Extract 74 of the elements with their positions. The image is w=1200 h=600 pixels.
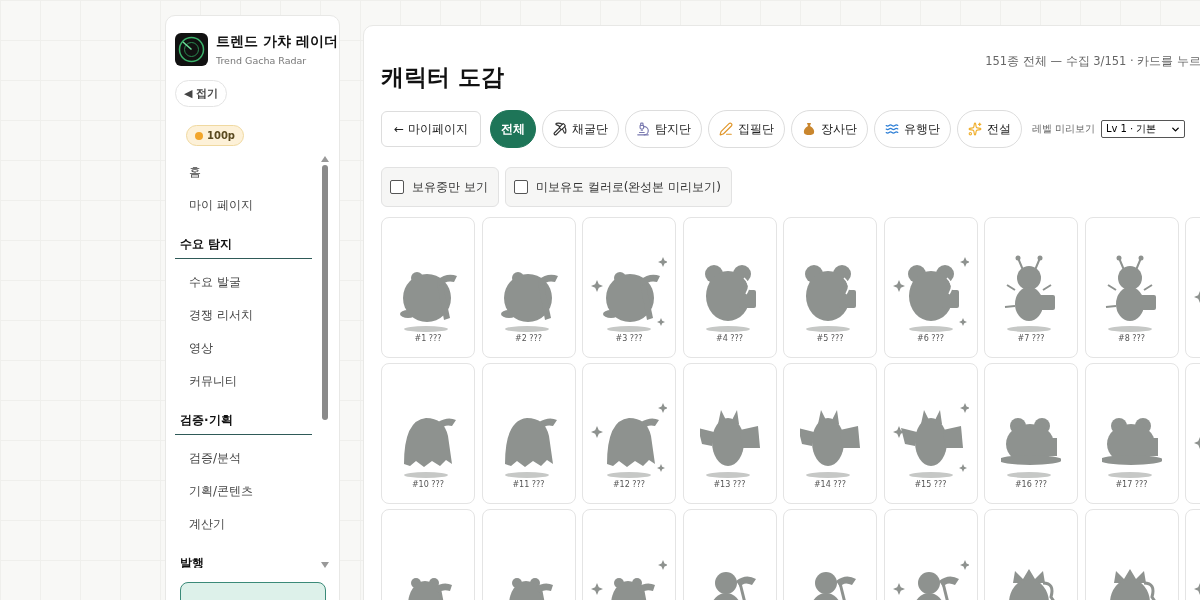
card-number: #6 ??? <box>916 334 945 343</box>
card-number: #13 ??? <box>713 480 746 489</box>
card-number: #8 ??? <box>1117 334 1146 343</box>
filter-tab[interactable]: 탐지단 <box>624 110 702 148</box>
card-number: #17 ??? <box>1115 480 1148 489</box>
collection-summary: 151종 전체 — 수집 3/151 · 카드를 누르 <box>985 54 1200 69</box>
nav-section-heading: 수요 탐지 <box>175 236 312 259</box>
wave-icon <box>884 122 899 136</box>
scroll-up-icon[interactable] <box>321 156 329 162</box>
card-number: #3 ??? <box>615 334 643 343</box>
character-card[interactable]: #17 ??? <box>1084 363 1179 504</box>
filter-checkbox[interactable]: 보유중만 보기 <box>381 167 499 207</box>
nav-item[interactable]: 경쟁 리서치 <box>175 299 312 332</box>
character-card[interactable]: #5 ??? <box>783 217 877 358</box>
character-card[interactable]: #7 ??? <box>984 217 1078 358</box>
nav-section-heading: 검증·기획 <box>175 412 312 435</box>
card-number: #2 ??? <box>514 334 543 343</box>
card-number: #11 ??? <box>512 480 545 489</box>
filter-checkbox[interactable]: 미보유도 컬러로(완성본 미리보기) <box>504 167 732 207</box>
page-title: 캐릭터 도감 <box>381 63 504 92</box>
nav-item[interactable]: 홈 <box>175 156 312 189</box>
pen-icon <box>718 122 733 136</box>
back-button[interactable]: ← 마이페이지 <box>381 111 481 147</box>
card-number: #14 ??? <box>813 480 847 489</box>
card-number: #10 ??? <box>411 480 445 489</box>
sparkles-icon <box>967 122 982 136</box>
scrollbar[interactable] <box>320 156 330 568</box>
character-card[interactable]: #13 ??? <box>682 363 777 504</box>
character-card[interactable]: #8 ??? <box>1084 217 1179 358</box>
character-card[interactable]: #12 ??? <box>582 363 676 504</box>
filter-tab[interactable]: 장사단 <box>790 110 868 148</box>
filter-tab[interactable]: 집필단 <box>707 110 785 148</box>
card-number: #1 ??? <box>414 334 442 343</box>
level-label: 레벨 미리보기 <box>1031 122 1095 136</box>
nav-item[interactable]: 마이 페이지 <box>175 189 312 222</box>
filter-tab[interactable]: 채굴단 <box>541 110 619 148</box>
card-number: #4 ??? <box>715 334 744 343</box>
points-badge: 100p <box>186 125 245 146</box>
nav-item[interactable]: 영상 <box>175 332 312 365</box>
money-bag-icon <box>801 122 816 136</box>
collapse-button[interactable]: ◀ 접기 <box>175 80 228 107</box>
card-number: #12 ??? <box>612 480 646 489</box>
card-number: #7 ??? <box>1017 334 1045 343</box>
character-card[interactable]: #15 ??? <box>883 363 978 504</box>
nav-item[interactable]: 계산기 <box>175 508 312 541</box>
character-card[interactable]: #11 ??? <box>481 363 576 504</box>
filter-tab[interactable]: 유행단 <box>873 110 951 148</box>
scroll-down-icon[interactable] <box>321 562 329 568</box>
character-card[interactable]: #6 ??? <box>883 217 978 358</box>
character-card[interactable]: #10 ??? <box>381 363 475 504</box>
radar-logo-icon <box>175 33 208 66</box>
card-number: #16 ??? <box>1014 480 1048 489</box>
app-title: 트렌드 가챠 레이더 <box>216 33 338 51</box>
card-number: #15 ??? <box>914 480 947 489</box>
nav-item[interactable]: 수요 발굴 <box>175 266 312 299</box>
coin-icon <box>195 131 203 140</box>
filter-tab[interactable]: 전설 <box>956 110 1022 148</box>
character-card[interactable]: #1 ??? <box>381 217 475 358</box>
character-card[interactable]: #2 ??? <box>481 217 576 358</box>
microscope-icon <box>635 122 650 136</box>
nav-item[interactable]: 검증/분석 <box>175 442 312 475</box>
card-number: #5 ??? <box>816 334 844 343</box>
checkbox[interactable] <box>390 180 404 194</box>
character-card[interactable]: #14 ??? <box>783 363 877 504</box>
character-card[interactable]: #3 ??? <box>582 217 676 358</box>
level-select[interactable]: Lv 1 · 기본 <box>1100 120 1186 138</box>
filter-tab[interactable]: 전체 <box>489 110 536 148</box>
nav-item[interactable]: 커뮤니티 <box>175 365 312 398</box>
character-card[interactable]: #16 ??? <box>984 363 1078 504</box>
character-card[interactable]: #4 ??? <box>682 217 777 358</box>
checkbox[interactable] <box>513 180 528 194</box>
nav-item[interactable]: 기획/콘텐츠 <box>175 475 312 508</box>
pickaxe-icon <box>552 122 567 136</box>
app-subtitle: Trend Gacha Radar <box>216 55 308 66</box>
